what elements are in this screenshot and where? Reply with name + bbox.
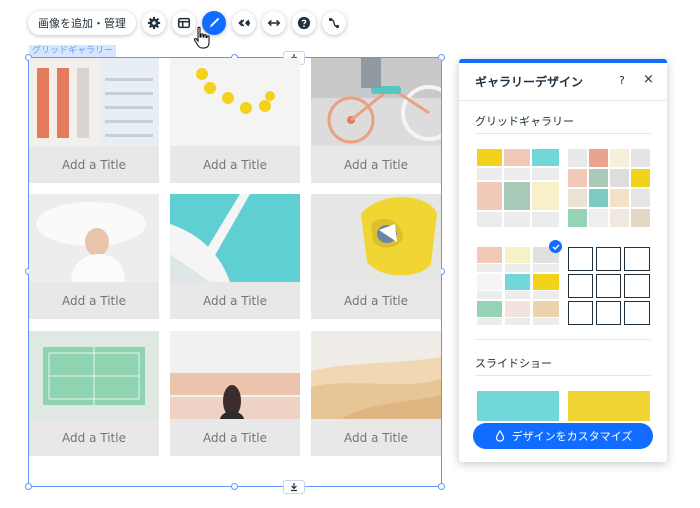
gallery-item[interactable]: Add a Title <box>311 58 441 183</box>
stretch-icon <box>267 19 281 27</box>
tile-caption: Add a Title <box>29 146 159 183</box>
america-sign-image <box>170 331 300 419</box>
tile-caption: Add a Title <box>311 146 441 183</box>
section-divider <box>475 133 651 134</box>
section-divider <box>475 375 651 376</box>
bottom-anchor-button[interactable] <box>283 480 305 494</box>
help-icon <box>297 16 311 30</box>
resize-handle-br[interactable] <box>438 483 445 490</box>
gallery-design-panel: ギャラリーデザイン ? × グリッドギャラリー スライドショー デザインをカスタ… <box>459 59 667 462</box>
gallery-item[interactable]: Add a Title <box>311 331 441 456</box>
animation-icon <box>238 19 251 27</box>
design-option-4[interactable] <box>568 247 650 325</box>
panel-header: ギャラリーデザイン ? × <box>459 63 667 101</box>
panel-close-button[interactable]: × <box>643 72 654 87</box>
gallery-item[interactable]: Add a Title <box>29 194 159 319</box>
section-title-slideshow: スライドショー <box>475 357 552 370</box>
desert-dunes-image <box>311 331 441 419</box>
editor-canvas: 画像を追加・管理 グリッドギャラリー Add a Title Add a Tit… <box>0 0 700 508</box>
resize-handle-bm[interactable] <box>231 483 238 490</box>
tile-caption: Add a Title <box>170 146 300 183</box>
woman-hat-image <box>29 194 159 282</box>
section-title-grid: グリッドギャラリー <box>475 115 574 128</box>
design-option-2[interactable] <box>568 149 650 227</box>
section-divider <box>475 339 651 340</box>
tile-caption: Add a Title <box>311 282 441 319</box>
gallery-item[interactable]: Add a Title <box>29 331 159 456</box>
animation-button[interactable] <box>232 11 256 35</box>
design-option-1[interactable] <box>477 149 559 227</box>
gallery-item[interactable]: Add a Title <box>311 194 441 319</box>
tile-caption: Add a Title <box>29 282 159 319</box>
tile-caption: Add a Title <box>170 419 300 456</box>
white-architecture-image <box>170 194 300 282</box>
layout-icon <box>177 17 191 29</box>
gallery-item[interactable]: Add a Title <box>170 194 300 319</box>
download-icon <box>291 483 297 492</box>
gear-icon <box>147 16 161 30</box>
customize-design-label: デザインをカスタマイズ <box>511 430 633 443</box>
hand-cursor-icon <box>193 26 210 49</box>
building-facade-image <box>29 58 159 146</box>
bicycle-image <box>311 58 441 146</box>
gallery-item[interactable]: Add a Title <box>170 58 300 183</box>
gallery-item[interactable]: Add a Title <box>170 331 300 456</box>
stretch-button[interactable] <box>262 11 286 35</box>
selected-check-icon <box>549 240 562 253</box>
yellow-chair-image <box>311 194 441 282</box>
tile-caption: Add a Title <box>170 282 300 319</box>
connect-icon <box>328 17 340 29</box>
customize-design-button[interactable]: デザインをカスタマイズ <box>473 423 653 449</box>
resize-handle-bl[interactable] <box>25 483 32 490</box>
design-option-3-selected[interactable] <box>477 247 559 325</box>
gallery-toolbar: 画像を追加・管理 <box>28 11 346 35</box>
tennis-court-image <box>29 331 159 419</box>
help-button[interactable] <box>292 11 316 35</box>
panel-help-button[interactable]: ? <box>619 74 625 87</box>
panel-title: ギャラリーデザイン <box>475 75 584 89</box>
droplet-icon <box>495 430 504 442</box>
gallery-item[interactable]: Add a Title <box>29 58 159 183</box>
slideshow-option-1[interactable] <box>477 391 559 421</box>
manage-media-button[interactable]: 画像を追加・管理 <box>28 11 136 35</box>
tile-caption: Add a Title <box>29 419 159 456</box>
slideshow-option-2[interactable] <box>568 391 650 421</box>
connect-button[interactable] <box>322 11 346 35</box>
lemons-image <box>170 58 300 146</box>
settings-button[interactable] <box>142 11 166 35</box>
tile-caption: Add a Title <box>311 419 441 456</box>
